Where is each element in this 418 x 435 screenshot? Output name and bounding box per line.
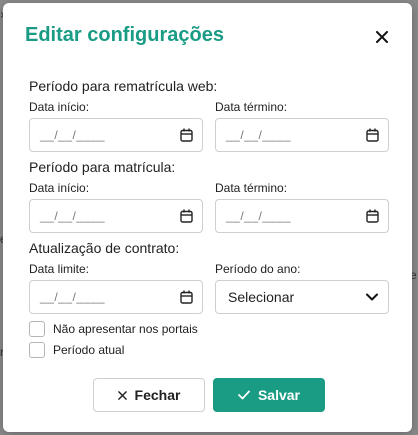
date-placeholder: __/__/____ bbox=[226, 209, 292, 223]
current-period-checkbox[interactable] bbox=[29, 342, 45, 358]
matricula-end-label: Data término: bbox=[215, 181, 288, 195]
period-of-year-label: Período do ano: bbox=[215, 262, 301, 276]
close-button[interactable]: Fechar bbox=[93, 378, 205, 412]
rematricula-section-title: Período para rematrícula web: bbox=[29, 78, 218, 94]
contrato-limit-date-input[interactable]: __/__/____ bbox=[29, 280, 203, 314]
date-placeholder: __/__/____ bbox=[226, 128, 292, 142]
matricula-end-date-input[interactable]: __/__/____ bbox=[215, 199, 389, 233]
close-icon bbox=[376, 31, 388, 43]
matricula-section-title: Período para matrícula: bbox=[29, 159, 176, 175]
period-of-year-select[interactable]: Selecionar bbox=[215, 280, 389, 314]
calendar-icon[interactable] bbox=[180, 128, 194, 142]
calendar-icon[interactable] bbox=[180, 209, 194, 223]
contrato-limit-label: Data limite: bbox=[29, 262, 90, 276]
hide-in-portals-label: Não apresentar nos portais bbox=[53, 322, 198, 336]
close-icon bbox=[117, 390, 127, 400]
hide-in-portals-checkbox[interactable] bbox=[29, 321, 45, 337]
date-placeholder: __/__/____ bbox=[40, 128, 106, 142]
rematricula-end-label: Data término: bbox=[215, 100, 288, 114]
select-value: Selecionar bbox=[228, 289, 295, 305]
save-button-label: Salvar bbox=[257, 387, 301, 403]
calendar-icon[interactable] bbox=[366, 209, 380, 223]
chevron-down-icon bbox=[366, 293, 378, 301]
calendar-icon[interactable] bbox=[180, 290, 194, 304]
rematricula-end-date-input[interactable]: __/__/____ bbox=[215, 118, 389, 152]
hide-in-portals-option[interactable]: Não apresentar nos portais bbox=[29, 321, 198, 337]
rematricula-start-date-input[interactable]: __/__/____ bbox=[29, 118, 203, 152]
save-button[interactable]: Salvar bbox=[213, 378, 325, 412]
rematricula-start-label: Data início: bbox=[29, 100, 90, 114]
check-icon bbox=[238, 390, 250, 400]
dialog-title: Editar configurações bbox=[25, 24, 224, 46]
current-period-option[interactable]: Período atual bbox=[29, 342, 124, 358]
date-placeholder: __/__/____ bbox=[40, 209, 106, 223]
close-button-label: Fechar bbox=[134, 387, 181, 403]
calendar-icon[interactable] bbox=[366, 128, 380, 142]
matricula-start-date-input[interactable]: __/__/____ bbox=[29, 199, 203, 233]
date-placeholder: __/__/____ bbox=[40, 290, 106, 304]
contrato-section-title: Atualização de contrato: bbox=[29, 240, 180, 256]
edit-settings-dialog: Editar configurações Período para rematr… bbox=[3, 3, 412, 432]
current-period-label: Período atual bbox=[53, 343, 125, 357]
close-dialog-button[interactable] bbox=[372, 27, 392, 47]
matricula-start-label: Data início: bbox=[29, 181, 90, 195]
